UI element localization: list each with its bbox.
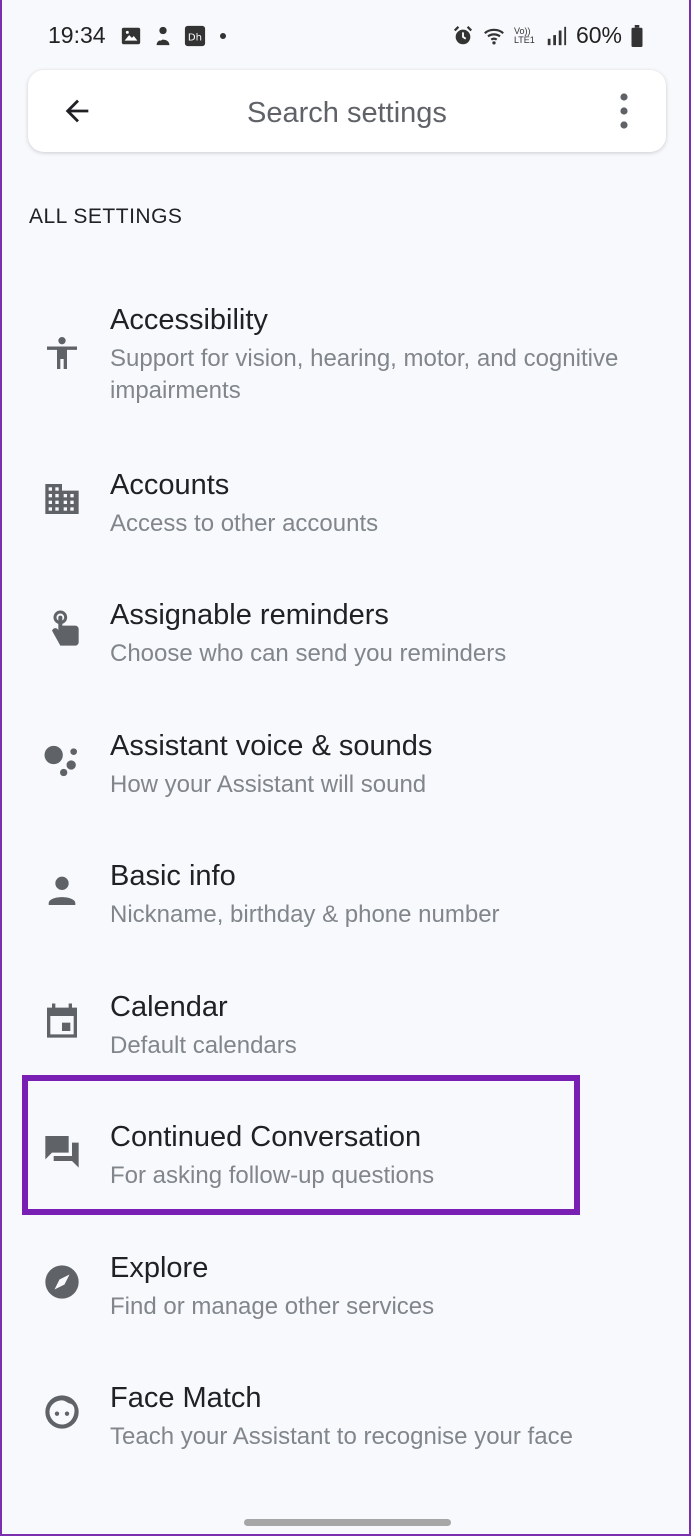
- setting-title: Explore: [110, 1252, 209, 1284]
- setting-item-accounts[interactable]: Accounts Access to other accounts: [2, 455, 689, 575]
- accessibility-icon: [47, 337, 77, 369]
- setting-subtitle: Teach your Assistant to recognise your f…: [110, 1423, 573, 1450]
- face-icon: [45, 1395, 79, 1429]
- more-vertical-icon[interactable]: [614, 92, 634, 130]
- compass-icon: [45, 1265, 79, 1299]
- wifi-icon: [484, 28, 504, 45]
- setting-title: Assignable reminders: [110, 599, 389, 631]
- setting-title: Calendar: [110, 991, 228, 1023]
- status-left: 19:34 Dh: [48, 22, 226, 49]
- svg-text:Dh: Dh: [187, 32, 201, 43]
- section-header: ALL SETTINGS: [29, 205, 183, 228]
- touch-reminder-icon: [52, 610, 79, 646]
- setting-item-assistant-voice[interactable]: Assistant voice & sounds How your Assist…: [2, 716, 689, 836]
- gallery-icon: [121, 27, 140, 44]
- setting-item-face-match[interactable]: Face Match Teach your Assistant to recog…: [2, 1368, 689, 1488]
- volte-label: Vo)) LTE1: [513, 25, 535, 45]
- setting-subtitle: Choose who can send you reminders: [110, 640, 507, 667]
- setting-subtitle: Support for vision, hearing, motor, and …: [110, 345, 619, 404]
- setting-item-basic-info[interactable]: Basic info Nickname, birthday & phone nu…: [2, 846, 689, 966]
- status-bar: 19:34 Dh Vo)) LTE1 60%: [2, 0, 689, 70]
- hotstar-icon: Dh: [184, 25, 205, 46]
- setting-title: Basic info: [110, 860, 236, 892]
- notification-dot: [219, 32, 226, 39]
- setting-item-accessibility[interactable]: Accessibility Support for vision, hearin…: [2, 290, 689, 420]
- alarm-icon: [453, 25, 473, 44]
- battery-icon: [631, 24, 643, 47]
- setting-item-assignable-reminders[interactable]: Assignable reminders Choose who can send…: [2, 585, 689, 705]
- setting-subtitle: Default calendars: [110, 1032, 297, 1059]
- setting-title: Accounts: [110, 469, 230, 501]
- setting-subtitle: Nickname, birthday & phone number: [110, 901, 500, 928]
- status-time: 19:34: [48, 22, 106, 48]
- setting-title: Accessibility: [110, 304, 268, 336]
- setting-subtitle: How your Assistant will sound: [110, 771, 427, 798]
- battery-percent: 60%: [575, 22, 622, 48]
- status-right: Vo)) LTE1 60%: [452, 22, 643, 49]
- search-bar[interactable]: Search settings: [28, 70, 666, 152]
- search-input[interactable]: Search settings: [28, 97, 666, 130]
- assistant-dots-icon: [44, 745, 77, 777]
- signal-icon: [547, 26, 567, 45]
- settings-screen: 19:34 Dh Vo)) LTE1 60% Search settings A…: [0, 0, 691, 1536]
- setting-subtitle: Access to other accounts: [110, 510, 379, 537]
- setting-subtitle: Find or manage other services: [110, 1293, 435, 1320]
- setting-item-explore[interactable]: Explore Find or manage other services: [2, 1238, 689, 1358]
- accounts-building-icon: [45, 484, 79, 514]
- calendar-icon: [47, 1003, 77, 1038]
- setting-title: Assistant voice & sounds: [110, 730, 433, 762]
- setting-title: Face Match: [110, 1382, 262, 1414]
- person-icon: [48, 876, 76, 905]
- gesture-nav-bar[interactable]: [244, 1519, 451, 1526]
- highlight-box: [22, 1075, 580, 1215]
- avatar-notification-icon: [156, 26, 169, 45]
